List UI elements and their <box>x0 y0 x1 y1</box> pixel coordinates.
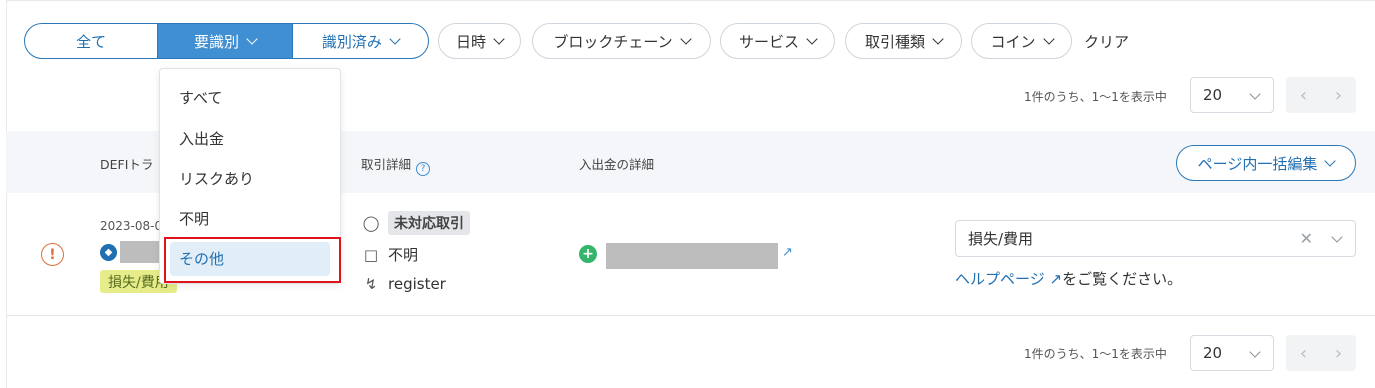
chevron-down-icon <box>1324 154 1337 167</box>
filter-coin-label: コイン <box>990 32 1036 51</box>
pager-nav-bottom: ‹ › <box>1286 335 1356 371</box>
chevron-down-icon <box>1249 88 1261 100</box>
menu-item-risk[interactable]: リスクあり <box>179 168 254 189</box>
column-header-transfer: 入出金の詳細 <box>579 157 655 172</box>
segment-all-label: 全て <box>76 32 107 51</box>
chevron-down-icon <box>389 32 401 45</box>
filter-transaction-type[interactable]: 取引種類 <box>845 23 962 59</box>
detail-method-line: ↯ register <box>362 275 446 293</box>
clear-filters-button[interactable]: クリア <box>1084 23 1129 59</box>
filter-datetime[interactable]: 日時 <box>438 23 521 59</box>
chevron-left-icon[interactable]: ‹ <box>1286 335 1321 371</box>
menu-item-unknown[interactable]: 不明 <box>179 208 209 229</box>
clear-icon[interactable]: ✕ <box>1300 229 1313 248</box>
filter-service-label: サービス <box>738 32 799 51</box>
chevron-down-icon <box>246 32 258 45</box>
category-select[interactable]: 損失/費用 ✕ <box>955 220 1356 257</box>
detail-status-line: ◯ 未対応取引 <box>362 211 470 235</box>
redacted-address <box>120 241 160 263</box>
column-header-detail-label: 取引詳細 <box>361 157 412 172</box>
help-circle-icon[interactable]: ? <box>416 162 431 176</box>
filter-coin[interactable]: コイン <box>971 23 1072 59</box>
help-suffix: をご覧ください。 <box>1062 270 1183 288</box>
external-link-icon[interactable]: ↗ <box>782 245 793 260</box>
filter-service[interactable]: サービス <box>720 23 835 59</box>
page-size-value: 20 <box>1203 86 1223 104</box>
segment-identified-label: 識別済み <box>321 32 382 51</box>
page-size-select-bottom[interactable]: 20 <box>1190 335 1274 371</box>
chevron-down-icon <box>932 32 944 45</box>
chevron-right-icon[interactable]: › <box>1321 335 1356 371</box>
highlight-box <box>164 237 341 283</box>
help-page-link-label: ヘルプページ <box>955 270 1045 288</box>
page-size-value: 20 <box>1203 344 1223 362</box>
pagination-summary-bottom: 1件のうち、1〜1を表示中 <box>1024 347 1167 361</box>
filter-transaction-type-label: 取引種類 <box>864 32 925 51</box>
detail-type-value: 不明 <box>388 246 419 264</box>
chevron-down-icon <box>679 32 692 45</box>
row-divider <box>6 315 1375 316</box>
pagination-summary-top: 1件のうち、1〜1を表示中 <box>1024 90 1167 104</box>
chevron-right-icon[interactable]: › <box>1321 77 1356 113</box>
help-page-link[interactable]: ヘルプページ ↗ <box>955 270 1062 288</box>
external-link-icon: ↗ <box>1049 270 1063 288</box>
plus-circle-icon: + <box>579 245 597 263</box>
menu-item-deposit-withdrawal[interactable]: 入出金 <box>179 128 224 149</box>
pager-nav-top: ‹ › <box>1286 77 1356 113</box>
chevron-down-icon <box>1042 32 1055 45</box>
filter-blockchain-label: ブロックチェーン <box>553 32 673 51</box>
menu-item-all[interactable]: すべて <box>179 87 222 108</box>
identification-segment: 全て 要識別 識別済み <box>24 23 429 59</box>
bulk-edit-label: ページ内一括編集 <box>1197 154 1318 173</box>
chevron-left-icon[interactable]: ‹ <box>1286 77 1321 113</box>
detail-status-badge: 未対応取引 <box>388 211 470 235</box>
page-size-select-top[interactable]: 20 <box>1190 77 1274 113</box>
redacted-transfer-address <box>606 243 778 269</box>
lightbulb-icon: ◯ <box>362 214 380 232</box>
segment-identified[interactable]: 識別済み <box>293 24 428 58</box>
chevron-down-icon <box>806 32 818 45</box>
chevron-down-icon <box>1331 231 1343 243</box>
warning-icon: ! <box>41 243 64 266</box>
chevron-down-icon <box>493 32 505 45</box>
ethereum-icon: ◆ <box>100 244 117 261</box>
column-header-defi: DEFIトラ <box>100 157 154 172</box>
segment-all[interactable]: 全て <box>25 24 159 58</box>
filter-blockchain[interactable]: ブロックチェーン <box>532 23 711 59</box>
segment-needs-identification[interactable]: 要識別 <box>158 24 293 58</box>
category-select-value: 損失/費用 <box>968 230 1034 248</box>
bulk-edit-button[interactable]: ページ内一括編集 <box>1176 145 1356 181</box>
detail-type-line: □ 不明 <box>362 244 418 265</box>
transaction-date: 2023-08-0 <box>100 219 163 233</box>
segment-needs-identification-label: 要識別 <box>194 32 240 51</box>
chevron-down-icon <box>1249 346 1261 358</box>
help-text: ヘルプページ ↗をご覧ください。 <box>955 268 1182 289</box>
detail-method-value: register <box>388 275 446 293</box>
lightning-icon: ↯ <box>364 275 378 293</box>
document-icon: □ <box>363 245 379 264</box>
filter-datetime-label: 日時 <box>455 32 486 51</box>
column-header-detail: 取引詳細? <box>361 154 431 176</box>
